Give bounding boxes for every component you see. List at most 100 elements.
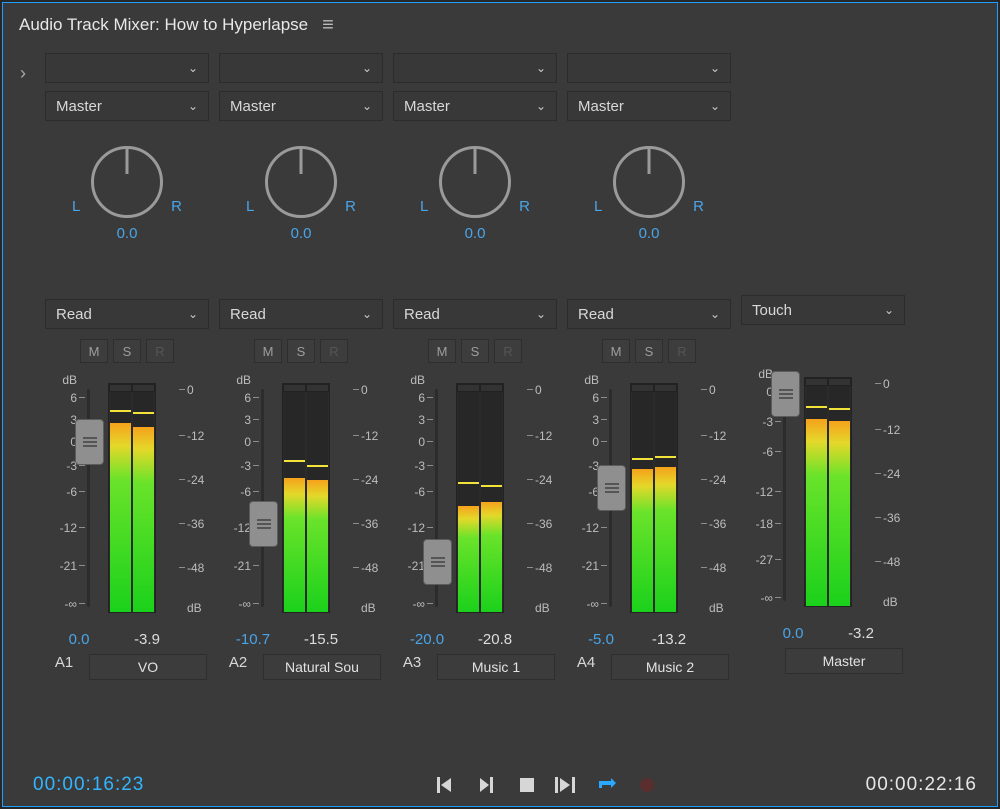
- chevron-down-icon: ⌄: [884, 303, 894, 317]
- timecode-duration: 00:00:22:16: [866, 774, 977, 796]
- level-meter: [282, 383, 330, 613]
- record-button[interactable]: R: [494, 339, 522, 363]
- track-id: [743, 648, 777, 674]
- mute-button[interactable]: M: [80, 339, 108, 363]
- chevron-down-icon: ⌄: [710, 61, 720, 75]
- go-to-in-icon[interactable]: [435, 774, 459, 796]
- automation-label: Read: [56, 306, 92, 323]
- channel-strips: - ⌄ Master⌄ LR 0.0 Read⌄ M S R dB: [43, 47, 907, 764]
- pan-knob[interactable]: [91, 146, 163, 218]
- automation-select[interactable]: Touch⌄: [741, 295, 905, 325]
- fader-handle[interactable]: [597, 465, 626, 511]
- chevron-down-icon: ⌄: [710, 307, 720, 321]
- fader-value[interactable]: -10.7: [225, 631, 281, 648]
- chevron-down-icon: ⌄: [536, 99, 546, 113]
- track-name-input[interactable]: Master: [785, 648, 903, 674]
- pan-value[interactable]: 0.0: [291, 225, 312, 242]
- audio-track-mixer-panel: Audio Track Mixer: How to Hyperlapse ≡ ›…: [2, 2, 998, 807]
- meter-block: dB 6 3 0 -3 -6 -12 -21 -∞: [45, 373, 209, 623]
- expand-column: ›: [3, 47, 43, 764]
- record-button[interactable]: R: [668, 339, 696, 363]
- mute-button[interactable]: M: [602, 339, 630, 363]
- fader-handle[interactable]: [771, 371, 800, 417]
- insert-select[interactable]: - ⌄: [219, 53, 383, 83]
- automation-select[interactable]: Read⌄: [219, 299, 383, 329]
- send-select[interactable]: Master⌄: [219, 91, 383, 121]
- track-id: A4: [569, 654, 603, 680]
- pan-knob[interactable]: [439, 146, 511, 218]
- fader-value[interactable]: -5.0: [573, 631, 629, 648]
- record-button[interactable]: R: [320, 339, 348, 363]
- insert-select[interactable]: - ⌄: [393, 53, 557, 83]
- automation-select[interactable]: Read⌄: [393, 299, 557, 329]
- track-name-input[interactable]: Music 1: [437, 654, 555, 680]
- step-back-icon[interactable]: [475, 774, 499, 796]
- peak-value: -3.9: [119, 631, 175, 648]
- chevron-down-icon: ⌄: [536, 307, 546, 321]
- automation-select[interactable]: Read⌄: [567, 299, 731, 329]
- level-meter: [804, 377, 852, 607]
- timecode-current[interactable]: 00:00:16:23: [33, 774, 144, 796]
- chevron-down-icon: ⌄: [188, 61, 198, 75]
- pan-value[interactable]: 0.0: [117, 225, 138, 242]
- solo-button[interactable]: S: [287, 339, 315, 363]
- fader-value[interactable]: -20.0: [399, 631, 455, 648]
- msr-buttons: M S R: [43, 339, 211, 363]
- send-select[interactable]: Master⌄: [45, 91, 209, 121]
- fader-value[interactable]: 0.0: [765, 625, 821, 642]
- mute-button[interactable]: M: [254, 339, 282, 363]
- chevron-down-icon: ⌄: [536, 61, 546, 75]
- fader-handle[interactable]: [249, 501, 278, 547]
- track-name-input[interactable]: Music 2: [611, 654, 729, 680]
- pan-knob[interactable]: [613, 146, 685, 218]
- master-strip: Touch⌄ dB 0 -3 -6 -12 -18 -27 -∞: [739, 53, 907, 764]
- transport-controls: [435, 774, 659, 796]
- solo-button[interactable]: S: [635, 339, 663, 363]
- chevron-down-icon: ⌄: [362, 61, 372, 75]
- stop-icon[interactable]: [515, 774, 539, 796]
- record-button[interactable]: R: [146, 339, 174, 363]
- peak-value: -3.2: [833, 625, 889, 642]
- chevron-down-icon: ⌄: [188, 307, 198, 321]
- track-strip-A4: - ⌄ Master⌄ LR0.0 Read⌄ MSR dB 6 3 0 -3 …: [565, 53, 733, 764]
- level-meter: [108, 383, 156, 613]
- insert-select[interactable]: - ⌄: [567, 53, 731, 83]
- track-id: A2: [221, 654, 255, 680]
- send-label: Master: [230, 98, 276, 115]
- fader-handle[interactable]: [75, 419, 104, 465]
- peak-value: -13.2: [641, 631, 697, 648]
- panel-title: Audio Track Mixer: How to Hyperlapse: [19, 15, 308, 35]
- chevron-down-icon: ⌄: [710, 99, 720, 113]
- level-meter: [456, 383, 504, 613]
- pan-zone: LR 0.0: [43, 129, 211, 259]
- send-label: Master: [56, 98, 102, 115]
- pan-value[interactable]: 0.0: [639, 225, 660, 242]
- send-select[interactable]: Master⌄: [393, 91, 557, 121]
- pan-value[interactable]: 0.0: [465, 225, 486, 242]
- record-icon[interactable]: [635, 774, 659, 796]
- panel-menu-icon[interactable]: ≡: [322, 14, 332, 37]
- peak-value: -20.8: [467, 631, 523, 648]
- fader-handle[interactable]: [423, 539, 452, 585]
- fader-value[interactable]: 0.0: [51, 631, 107, 648]
- track-strip-A2: - ⌄ Master⌄ LR0.0 Read⌄ MSR dB 6 3 0 -3 …: [217, 53, 385, 764]
- automation-select[interactable]: Read ⌄: [45, 299, 209, 329]
- mute-button[interactable]: M: [428, 339, 456, 363]
- send-select[interactable]: Master⌄: [567, 91, 731, 121]
- track-name-input[interactable]: Natural Sou: [263, 654, 381, 680]
- solo-button[interactable]: S: [113, 339, 141, 363]
- track-name-input[interactable]: VO: [89, 654, 207, 680]
- solo-button[interactable]: S: [461, 339, 489, 363]
- track-strip-A3: - ⌄ Master⌄ LR0.0 Read⌄ MSR dB 6 3 0 -3 …: [391, 53, 559, 764]
- level-meter: [630, 383, 678, 613]
- loop-icon[interactable]: [595, 774, 619, 796]
- peak-value: -15.5: [293, 631, 349, 648]
- insert-select[interactable]: - ⌄: [45, 53, 209, 83]
- chevron-right-icon[interactable]: ›: [20, 63, 26, 84]
- play-in-to-out-icon[interactable]: [555, 774, 579, 796]
- track-strip-A1: - ⌄ Master⌄ LR 0.0 Read⌄ M S R dB: [43, 53, 211, 764]
- mixer-body: › - ⌄ Master⌄ LR 0.0 Read⌄ M S R: [3, 47, 997, 764]
- pan-knob[interactable]: [265, 146, 337, 218]
- track-id: A1: [47, 654, 81, 680]
- fader-track[interactable]: [261, 389, 264, 607]
